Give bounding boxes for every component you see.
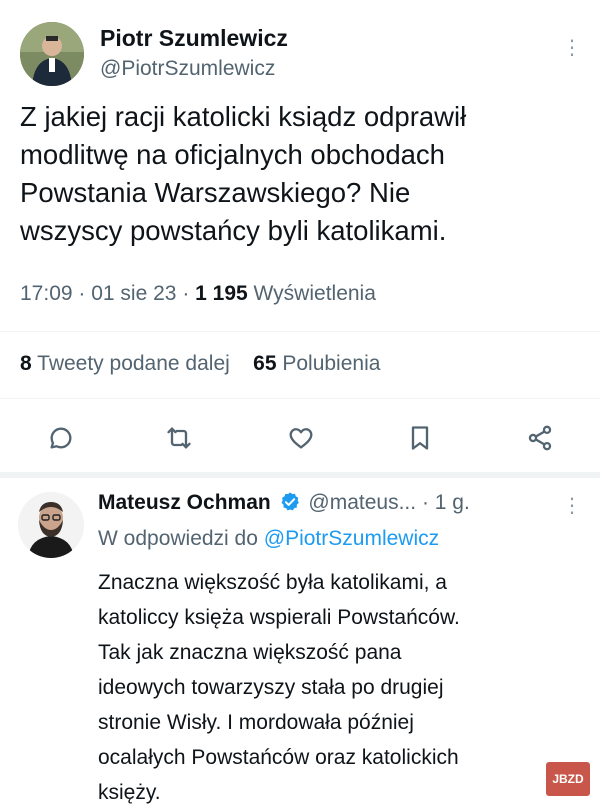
retweet-button[interactable] — [161, 420, 197, 456]
in-reply-to: W odpowiedzi do @PiotrSzumlewicz — [98, 527, 439, 551]
reply-icon — [50, 427, 72, 449]
tweet-text-line: Z jakiej racji katolicki ksiądz odprawił — [20, 101, 467, 132]
reply-author-name[interactable]: Mateusz Ochman — [98, 491, 271, 514]
in-reply-handle-link[interactable]: @PiotrSzumlewicz — [264, 527, 439, 550]
section-divider — [0, 472, 600, 478]
like-button[interactable] — [283, 420, 319, 456]
reply-avatar[interactable] — [18, 492, 84, 558]
retweet-icon — [167, 427, 191, 449]
reply-text-line: Znaczna większość była katolikami, a — [98, 571, 447, 594]
reply-text-line: stronie Wisły. I mordowała później — [98, 711, 414, 734]
views-label: Wyświetlenia — [253, 282, 376, 305]
reply-more-options-icon[interactable]: ⋮ — [562, 496, 582, 516]
author-handle[interactable]: @PiotrSzumlewicz — [100, 57, 275, 81]
meta-separator: · — [182, 282, 196, 305]
share-button[interactable] — [522, 420, 558, 456]
tweet-text-line: Powstania Warszawskiego? Nie — [20, 177, 411, 208]
bookmark-button[interactable] — [402, 420, 438, 456]
like-icon — [289, 428, 313, 449]
reply-text: Znaczna większość była katolikami, a kat… — [98, 565, 578, 810]
tweet-stats: 8 Tweety podane dalej 65 Polubienia — [20, 352, 380, 376]
reply-age[interactable]: · 1 g. — [422, 491, 470, 514]
author-name[interactable]: Piotr Szumlewicz — [100, 25, 288, 52]
reply-text-line: ideowych towarzyszy stała po drugiej — [98, 676, 444, 699]
verified-badge-icon[interactable] — [279, 491, 301, 513]
avatar-image — [20, 22, 84, 86]
divider — [0, 331, 600, 332]
retweets-label: Tweety podane dalej — [37, 352, 230, 375]
divider — [0, 398, 600, 399]
retweets-count: 8 — [20, 352, 32, 375]
avatar[interactable] — [20, 22, 84, 86]
reply-header: Mateusz Ochman @mateus... · 1 g. — [98, 491, 470, 515]
retweets-stat[interactable]: 8 Tweety podane dalej — [20, 352, 230, 375]
reply-avatar-image — [18, 492, 84, 558]
likes-label: Polubienia — [282, 352, 381, 375]
tweet-date[interactable]: 01 sie 23 — [91, 282, 176, 305]
reply-text-line: ocalałych Powstańców oraz katolickich — [98, 746, 459, 769]
meta-separator: · — [78, 282, 92, 305]
tweet-meta: 17:09 · 01 sie 23 · 1 195 Wyświetlenia — [20, 282, 376, 306]
more-options-icon[interactable]: ⋮ — [562, 38, 582, 58]
reply-button[interactable] — [43, 420, 79, 456]
share-icon — [528, 425, 552, 451]
reply-author-handle[interactable]: @mateus... — [308, 491, 416, 514]
in-reply-prefix: W odpowiedzi do — [98, 527, 258, 550]
tweet-text-line: wszyscy powstańcy byli katolikami. — [20, 215, 447, 246]
reply-text-line: księży. — [98, 781, 161, 804]
tweet-time[interactable]: 17:09 — [20, 282, 73, 305]
likes-stat[interactable]: 65 Polubienia — [253, 352, 380, 375]
reply-text-line: Tak jak znaczna większość pana — [98, 641, 402, 664]
reply-text-line: katoliccy księża wspierali Powstańców. — [98, 606, 460, 629]
watermark-logo: JBZD — [546, 762, 590, 796]
tweet-text-line: modlitwę na oficjalnych obchodach — [20, 139, 445, 170]
tweet-text: Z jakiej racji katolicki ksiądz odprawił… — [20, 98, 580, 250]
bookmark-icon — [411, 426, 429, 450]
views-count: 1 195 — [195, 282, 248, 305]
likes-count: 65 — [253, 352, 277, 375]
